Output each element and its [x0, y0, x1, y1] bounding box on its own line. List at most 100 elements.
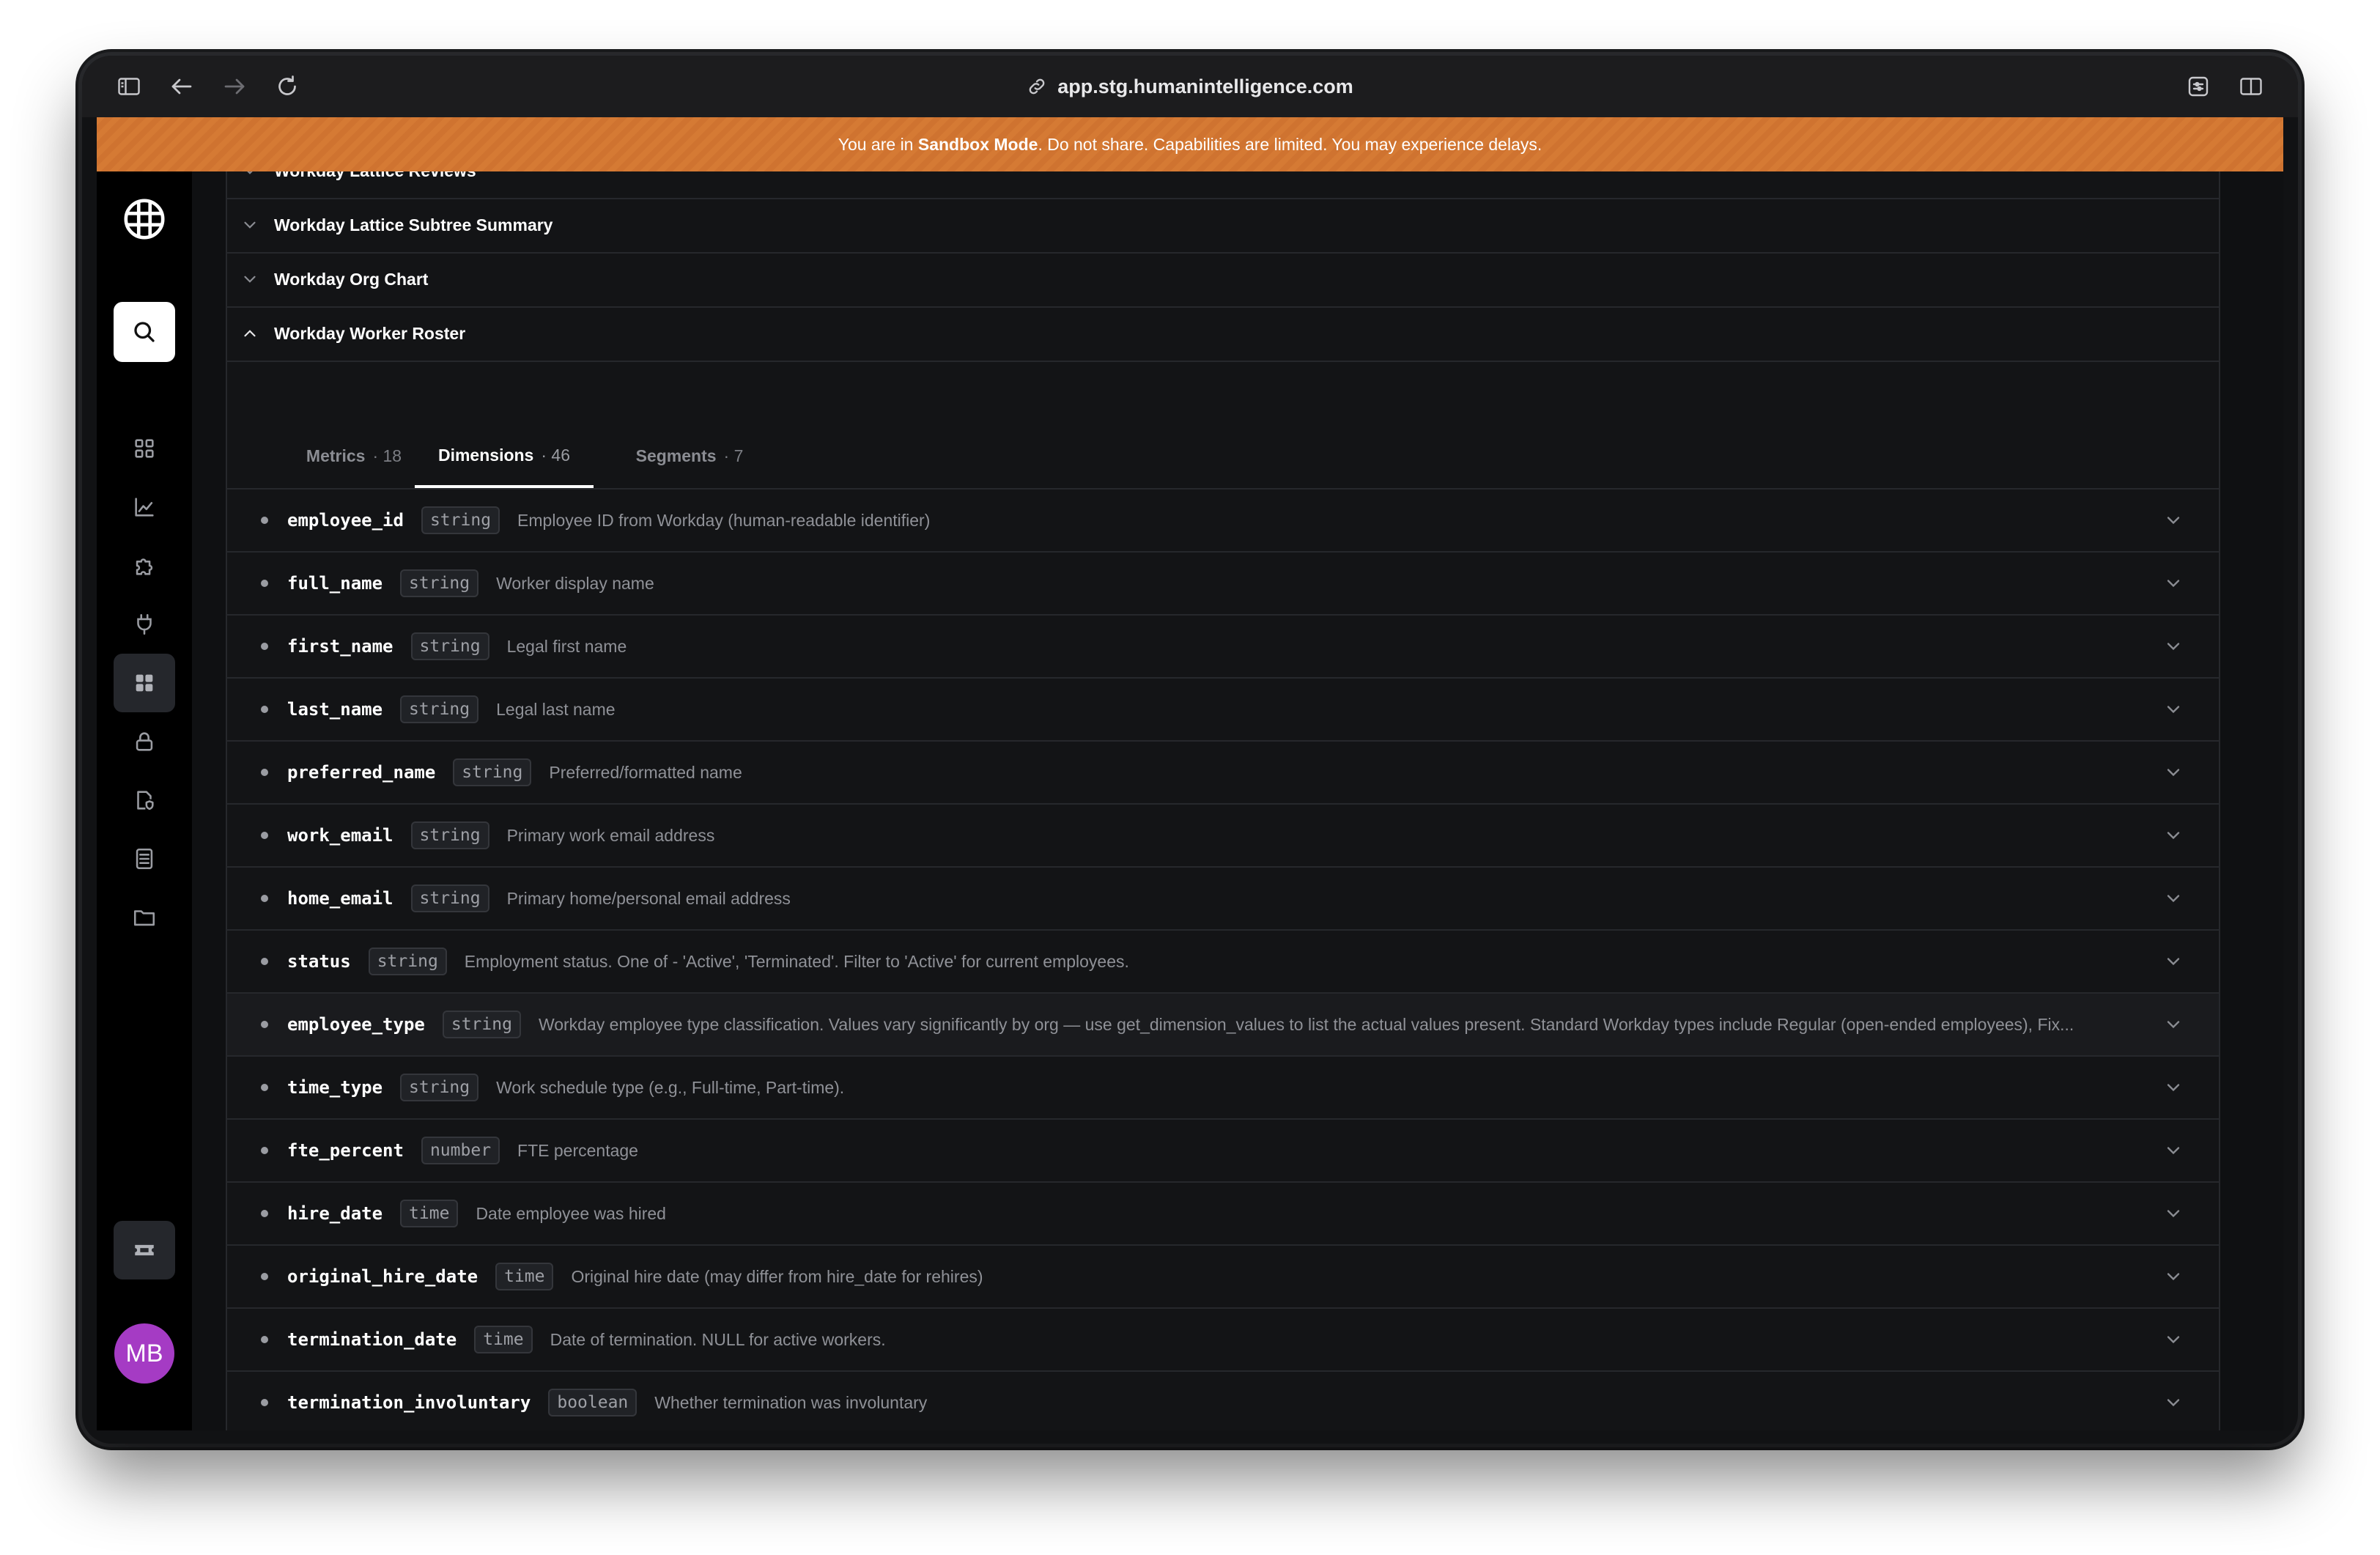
dimension-name: fte_percent — [287, 1140, 404, 1161]
dimension-type-badge: time — [400, 1200, 459, 1227]
sidebar-item-grid[interactable] — [114, 419, 175, 478]
dimension-row[interactable]: preferred_name string Preferred/formatted … — [227, 742, 2219, 805]
dimension-type-badge: string — [410, 632, 489, 660]
chevron-down-icon[interactable] — [2163, 510, 2184, 531]
dimension-row[interactable]: time_type string Work schedule type (e.g.,… — [227, 1057, 2219, 1120]
tab-segments[interactable]: Segments · 7 — [613, 425, 766, 487]
dimension-description: Worker display name — [496, 573, 654, 593]
dimension-row[interactable]: work_email string Primary work email addre… — [227, 805, 2219, 868]
dimension-type-badge: number — [421, 1137, 500, 1164]
bullet-dot — [261, 1273, 268, 1280]
dimension-row[interactable]: first_name string Legal first name — [227, 616, 2219, 679]
bullet-dot — [261, 517, 268, 524]
chevron-down-icon[interactable] — [2163, 1077, 2184, 1098]
chevron-down-icon[interactable] — [2163, 825, 2184, 846]
dimension-type-badge: string — [421, 506, 500, 534]
section-header-org-chart[interactable]: Workday Org Chart — [227, 252, 2219, 308]
dimension-name: first_name — [287, 636, 393, 657]
address-bar[interactable]: app.stg.humanintelligence.com — [82, 56, 2298, 117]
dimension-name: full_name — [287, 573, 383, 594]
browser-toolbar: app.stg.humanintelligence.com — [82, 56, 2298, 117]
dimension-row[interactable]: fte_percent number FTE percentage — [227, 1120, 2219, 1183]
chevron-down-icon[interactable] — [2163, 1266, 2184, 1287]
banner-suffix: . Do not share. Capabilities are limited… — [1038, 134, 1542, 154]
dimension-name: original_hire_date — [287, 1266, 478, 1287]
extension-icon[interactable] — [2184, 72, 2213, 101]
dimension-description: Employment status. One of - 'Active', 'T… — [464, 951, 1129, 971]
chevron-down-icon[interactable] — [2163, 1203, 2184, 1224]
sidebar-item-folder[interactable] — [114, 888, 175, 947]
chevron-down-icon[interactable] — [2163, 951, 2184, 972]
dimension-row[interactable]: termination_involuntary boolean Whether te… — [227, 1372, 2219, 1430]
sidebar-item-file-shield[interactable] — [114, 771, 175, 830]
chevron-down-icon[interactable] — [2163, 888, 2184, 909]
dimension-row[interactable]: status string Employment status. One of - … — [227, 931, 2219, 994]
bullet-dot — [261, 1084, 268, 1091]
dimension-row[interactable]: home_email string Primary home/personal em… — [227, 868, 2219, 931]
bullet-dot — [261, 769, 268, 776]
tab-dimensions[interactable]: Dimensions · 46 — [415, 425, 594, 488]
dimension-row[interactable]: full_name string Worker display name — [227, 553, 2219, 616]
tab-label: Dimensions — [437, 445, 534, 465]
chart-icon — [135, 498, 154, 517]
dimension-description: Original hire date (may differ from hire… — [571, 1266, 983, 1286]
main-content: Workday Lattice Reviews Workday Lattice … — [192, 171, 2283, 1430]
dimension-type-badge: time — [474, 1326, 533, 1353]
section-header-worker-roster[interactable]: Workday Worker Roster — [227, 306, 2219, 362]
dimension-description: Primary home/personal email address — [506, 888, 791, 908]
grid-icon — [135, 439, 154, 458]
dimension-row[interactable]: last_name string Legal last name — [227, 679, 2219, 742]
sidebar-item-lock[interactable] — [114, 712, 175, 771]
sidebar-item-chart[interactable] — [114, 478, 175, 536]
dimension-name: termination_involuntary — [287, 1392, 531, 1413]
sidebar-item-plug[interactable] — [114, 595, 175, 654]
bullet-dot — [261, 580, 268, 587]
folder-icon — [133, 910, 155, 926]
bullet-dot — [261, 1021, 268, 1028]
chevron-down-icon[interactable] — [2163, 636, 2184, 657]
globe-logo-icon[interactable] — [122, 196, 167, 242]
chevron-down-icon[interactable] — [2163, 1392, 2184, 1413]
chevron-down-icon[interactable] — [2163, 1014, 2184, 1035]
chevron-down-icon[interactable] — [2163, 1140, 2184, 1161]
dimension-name: last_name — [287, 699, 383, 720]
link-icon — [1029, 78, 1045, 95]
tab-count: · 7 — [723, 446, 744, 465]
dimension-name: termination_date — [287, 1329, 457, 1350]
chevron-down-icon[interactable] — [2163, 1329, 2184, 1350]
dimension-type-badge: string — [400, 569, 479, 597]
bullet-dot — [261, 1399, 268, 1406]
dimension-description: Work schedule type (e.g., Full-time, Par… — [496, 1077, 845, 1097]
dimension-name: home_email — [287, 888, 393, 909]
dimension-name: time_type — [287, 1077, 383, 1098]
dimension-row[interactable]: termination_date time Date of termination.… — [227, 1309, 2219, 1372]
dimension-row[interactable]: original_hire_date time Original hire date… — [227, 1246, 2219, 1309]
dimension-name: employee_type — [287, 1014, 425, 1035]
sidebar-item-list[interactable] — [114, 830, 175, 888]
tab-metrics[interactable]: Metrics · 18 — [284, 425, 424, 487]
chevron-down-icon[interactable] — [2163, 573, 2184, 594]
dimension-row[interactable]: hire_date time Date employee was hired — [227, 1183, 2219, 1246]
section-header-lattice-subtree[interactable]: Workday Lattice Subtree Summary — [227, 198, 2219, 254]
section-header-lattice-reviews[interactable]: Workday Lattice Reviews — [227, 171, 2219, 199]
dimension-row[interactable]: employee_type string Workday employee type… — [227, 994, 2219, 1057]
dimension-row[interactable]: employee_id string Employee ID from Workda… — [227, 490, 2219, 553]
chevron-down-icon[interactable] — [2163, 699, 2184, 720]
sidebar-item-dashboard[interactable] — [114, 654, 175, 712]
dimension-type-badge: string — [453, 758, 532, 786]
dimension-description: FTE percentage — [517, 1140, 638, 1160]
bullet-dot — [261, 643, 268, 650]
sidebar-item-puzzle[interactable] — [114, 536, 175, 595]
dimension-type-badge: string — [442, 1011, 521, 1038]
split-view-icon[interactable] — [2236, 72, 2266, 101]
section-title: Workday Worker Roster — [274, 323, 466, 343]
sidebar-ticket-button[interactable] — [114, 1221, 175, 1279]
app-sidebar: MB — [97, 171, 192, 1430]
lock-icon — [136, 732, 153, 751]
user-avatar[interactable]: MB — [114, 1323, 174, 1384]
search-button[interactable] — [114, 302, 175, 362]
dimension-name: employee_id — [287, 510, 404, 531]
chevron-down-icon[interactable] — [2163, 762, 2184, 783]
dimension-description: Primary work email address — [506, 825, 715, 845]
dashboard-icon — [136, 674, 153, 692]
